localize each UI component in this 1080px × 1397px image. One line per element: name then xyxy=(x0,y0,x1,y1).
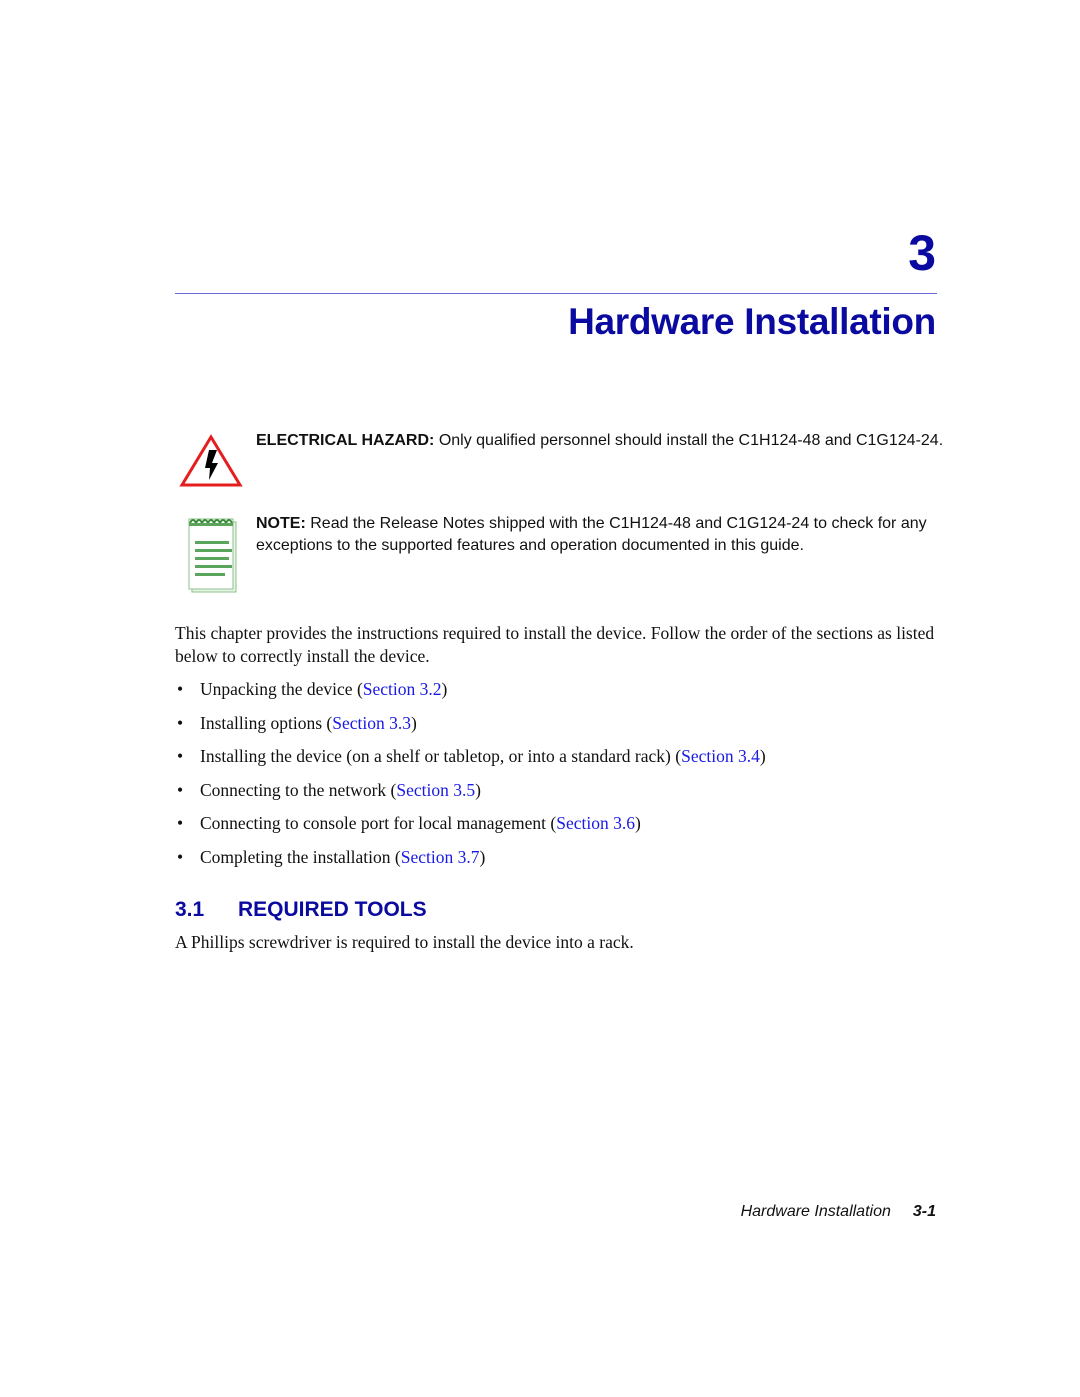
bullet-icon: • xyxy=(177,679,184,699)
bullet-icon: • xyxy=(177,746,184,766)
note-admonition: NOTE: Read the Release Notes shipped wit… xyxy=(175,513,945,593)
note-text: Read the Release Notes shipped with the … xyxy=(256,515,927,554)
section-link[interactable]: Section 3.6 xyxy=(556,813,635,833)
hazard-text: Only qualified personnel should install … xyxy=(438,432,944,449)
bullet-icon: • xyxy=(177,779,184,800)
bullet-icon: • xyxy=(177,712,184,733)
list-item: • Unpacking the device (Section 3.2) xyxy=(177,679,448,699)
chapter-number: 3 xyxy=(908,225,936,281)
bullet-icon: • xyxy=(177,813,184,833)
section-link[interactable]: Section 3.7 xyxy=(401,847,480,867)
section-link[interactable]: Section 3.5 xyxy=(396,780,475,800)
list-item: • Completing the installation (Section 3.… xyxy=(177,846,486,867)
intro-paragraph: This chapter provides the instructions r… xyxy=(175,623,935,666)
section-heading: 3.1 REQUIRED TOOLS xyxy=(175,898,427,922)
chapter-title: Hardware Installation xyxy=(568,301,936,342)
list-item: • Connecting to the network (Section 3.5) xyxy=(177,779,481,800)
section-link[interactable]: Section 3.3 xyxy=(332,713,411,733)
section-number: 3.1 xyxy=(175,898,205,921)
bullet-icon: • xyxy=(177,846,184,867)
page-number: 3-1 xyxy=(912,1203,936,1220)
section-link[interactable]: Section 3.2 xyxy=(363,679,442,699)
electrical-hazard-admonition: ELECTRICAL HAZARD: Only qualified person… xyxy=(175,430,945,490)
list-item: • Connecting to console port for local ma… xyxy=(177,813,641,833)
chapter-rule xyxy=(175,293,937,294)
electrical-hazard-icon xyxy=(179,434,243,495)
footer-title: Hardware Installation xyxy=(740,1203,891,1220)
section-list: • Unpacking the device (Section 3.2) • Ins… xyxy=(175,678,945,879)
section-title: REQUIRED TOOLS xyxy=(238,898,427,921)
section-link[interactable]: Section 3.4 xyxy=(681,746,760,766)
hazard-label: ELECTRICAL HAZARD: xyxy=(256,432,435,449)
notepad-icon xyxy=(187,517,239,600)
required-tools-paragraph: A Phillips screwdriver is required to in… xyxy=(175,932,634,952)
note-label: NOTE: xyxy=(256,515,306,532)
page-footer: Hardware Installation 3-1 xyxy=(741,1203,936,1221)
list-item: • Installing options (Section 3.3) xyxy=(177,712,417,733)
list-item: • Installing the device (on a shelf or ta… xyxy=(177,746,766,766)
